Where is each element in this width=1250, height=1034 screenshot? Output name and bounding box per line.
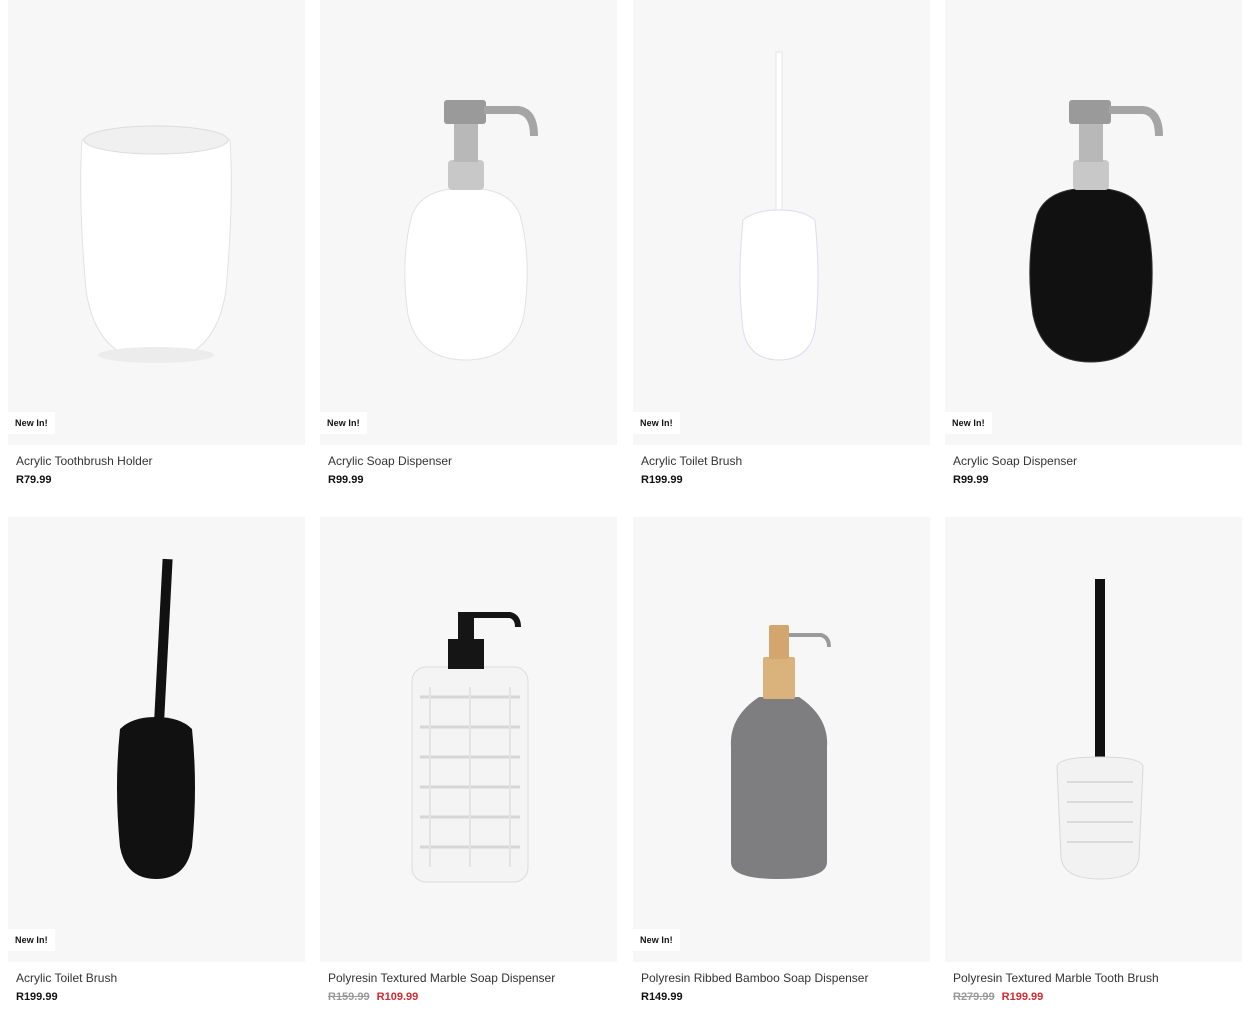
product-title[interactable]: Acrylic Toilet Brush	[16, 971, 117, 985]
product-image[interactable]: New In!	[320, 0, 617, 445]
new-in-badge: New In!	[633, 929, 680, 951]
price-row: R79.99	[16, 474, 51, 486]
price-row: R279.99 R199.99	[953, 991, 1043, 1003]
product-title[interactable]: Polyresin Textured Marble Soap Dispenser	[328, 971, 555, 985]
product-image[interactable]	[945, 517, 1242, 962]
product-image[interactable]: New In!	[8, 517, 305, 962]
original-price: R279.99	[953, 991, 995, 1003]
product-price: R149.99	[641, 991, 683, 1003]
new-in-badge: New In!	[320, 412, 367, 434]
new-in-badge: New In!	[8, 929, 55, 951]
product-title[interactable]: Acrylic Toothbrush Holder	[16, 454, 153, 468]
marble-toilet-brush-icon	[1056, 579, 1144, 880]
product-image[interactable]: New In!	[945, 0, 1242, 445]
white-soap-dispenser-icon	[404, 100, 538, 361]
sale-price: R199.99	[1001, 991, 1044, 1003]
price-row: R159.99 R109.99	[328, 991, 418, 1003]
black-soap-dispenser-icon	[1029, 100, 1163, 363]
new-in-badge: New In!	[945, 412, 992, 434]
product-price: R99.99	[953, 474, 989, 486]
product-price: R99.99	[328, 474, 364, 486]
marble-soap-dispenser-icon	[411, 612, 529, 883]
price-row: R149.99	[641, 991, 683, 1003]
price-row: R199.99	[641, 474, 683, 486]
product-image[interactable]	[320, 517, 617, 962]
product-price: R199.99	[16, 991, 58, 1003]
product-image[interactable]: New In!	[633, 0, 930, 445]
product-image[interactable]: New In!	[8, 0, 305, 445]
product-price: R199.99	[641, 474, 683, 486]
new-in-badge: New In!	[633, 412, 680, 434]
price-row: R99.99	[328, 474, 363, 486]
price-row: R99.99	[953, 474, 988, 486]
product-title[interactable]: Polyresin Ribbed Bamboo Soap Dispenser	[641, 971, 868, 985]
product-price: R79.99	[16, 474, 52, 486]
price-row: R199.99	[16, 991, 58, 1003]
product-title[interactable]: Polyresin Textured Marble Tooth Brush	[953, 971, 1159, 985]
new-in-badge: New In!	[8, 412, 55, 434]
product-title[interactable]: Acrylic Soap Dispenser	[328, 454, 452, 468]
white-toothbrush-holder-icon	[80, 125, 232, 363]
original-price: R159.99	[328, 991, 370, 1003]
product-title[interactable]: Acrylic Toilet Brush	[641, 454, 742, 468]
black-toilet-brush-icon	[117, 558, 195, 879]
product-image[interactable]: New In!	[633, 517, 930, 962]
bamboo-soap-dispenser-icon	[730, 625, 831, 879]
sale-price: R109.99	[376, 991, 419, 1003]
product-title[interactable]: Acrylic Soap Dispenser	[953, 454, 1077, 468]
white-toilet-brush-icon	[739, 51, 819, 361]
